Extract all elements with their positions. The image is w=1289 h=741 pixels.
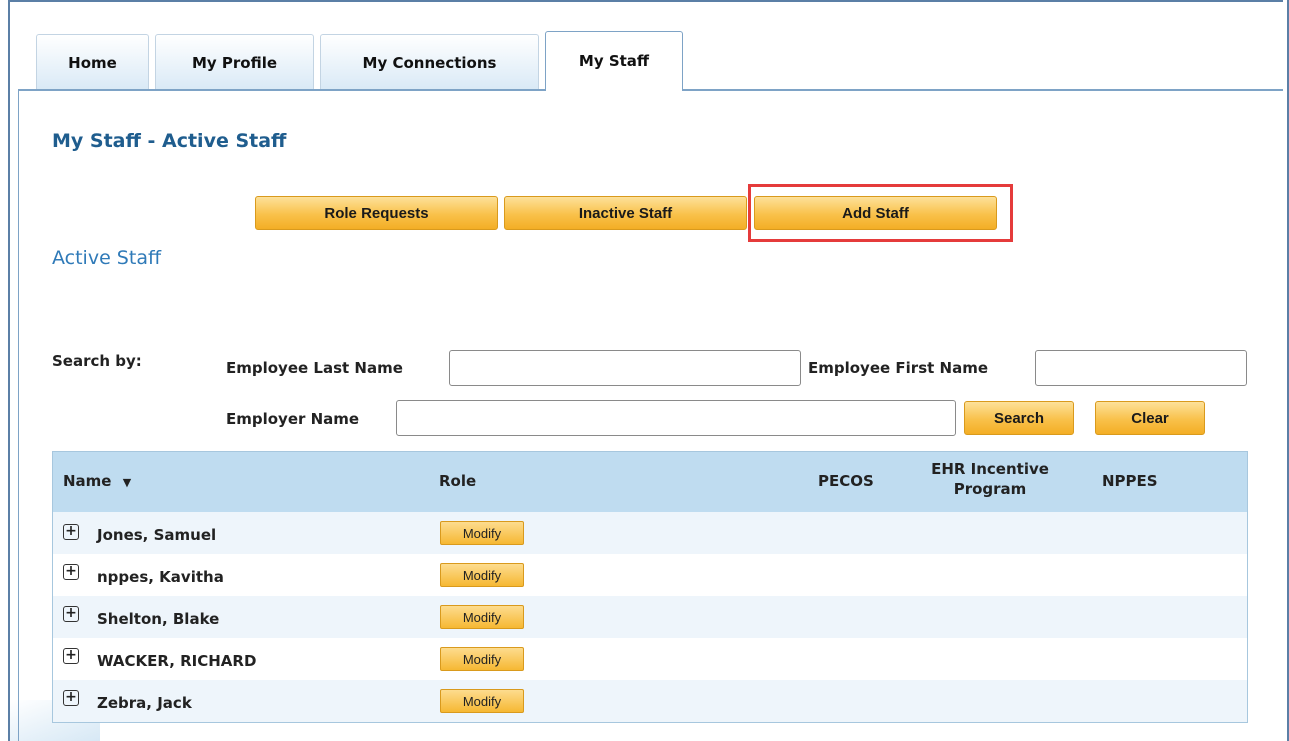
table-row: + WACKER, RICHARD Modify <box>53 638 1247 680</box>
section-title: Active Staff <box>52 247 162 269</box>
modify-button[interactable]: Modify <box>440 521 524 545</box>
caret-down-icon: ▼ <box>122 476 132 489</box>
modify-button[interactable]: Modify <box>440 689 524 713</box>
role-column-header: Role <box>439 472 477 490</box>
employer-name-input[interactable] <box>396 400 956 436</box>
ehr-column-header: EHR Incentive Program <box>929 459 1051 499</box>
name-column-header[interactable]: Name ▼ <box>63 472 131 490</box>
clear-button[interactable]: Clear <box>1095 401 1205 435</box>
tab-my-staff[interactable]: My Staff <box>545 31 683 90</box>
staff-name: WACKER, RICHARD <box>97 652 257 670</box>
modify-button[interactable]: Modify <box>440 647 524 671</box>
staff-name: Shelton, Blake <box>97 610 220 628</box>
tab-my-connections[interactable]: My Connections <box>320 34 539 90</box>
last-name-label: Employee Last Name <box>226 359 403 377</box>
expand-plus-icon[interactable]: + <box>63 648 79 664</box>
staff-name: nppes, Kavitha <box>97 568 224 586</box>
active-tab-connector <box>546 88 682 91</box>
add-staff-highlight-box <box>748 184 1013 242</box>
employer-name-label: Employer Name <box>226 410 360 428</box>
tab-my-profile[interactable]: My Profile <box>155 34 314 90</box>
staff-table: Name ▼ Role PECOS EHR Incentive Program … <box>52 451 1248 723</box>
role-requests-button[interactable]: Role Requests <box>255 196 498 230</box>
table-row: + Shelton, Blake Modify <box>53 596 1247 638</box>
first-name-label: Employee First Name <box>808 359 988 377</box>
table-row: + Jones, Samuel Modify <box>53 512 1247 554</box>
staff-name: Jones, Samuel <box>97 526 217 544</box>
search-button[interactable]: Search <box>964 401 1074 435</box>
modify-button[interactable]: Modify <box>440 605 524 629</box>
expand-plus-icon[interactable]: + <box>63 690 79 706</box>
expand-plus-icon[interactable]: + <box>63 606 79 622</box>
page-title: My Staff - Active Staff <box>52 130 287 152</box>
pecos-column-header: PECOS <box>818 472 874 490</box>
ehr-header-line1: EHR Incentive <box>931 460 1049 478</box>
table-row: + Zebra, Jack Modify <box>53 680 1247 722</box>
modify-button[interactable]: Modify <box>440 563 524 587</box>
staff-name: Zebra, Jack <box>97 694 192 712</box>
last-name-input[interactable] <box>449 350 801 386</box>
name-header-label: Name <box>63 472 112 490</box>
inactive-staff-button[interactable]: Inactive Staff <box>504 196 747 230</box>
table-header: Name ▼ Role PECOS EHR Incentive Program … <box>53 452 1247 512</box>
ehr-header-line2: Program <box>953 480 1027 498</box>
expand-plus-icon[interactable]: + <box>63 524 79 540</box>
tab-home[interactable]: Home <box>36 34 149 90</box>
first-name-input[interactable] <box>1035 350 1247 386</box>
table-row: + nppes, Kavitha Modify <box>53 554 1247 596</box>
search-by-label: Search by: <box>52 352 142 370</box>
content-left-border <box>18 89 19 741</box>
nppes-column-header: NPPES <box>1102 472 1158 490</box>
expand-plus-icon[interactable]: + <box>63 564 79 580</box>
